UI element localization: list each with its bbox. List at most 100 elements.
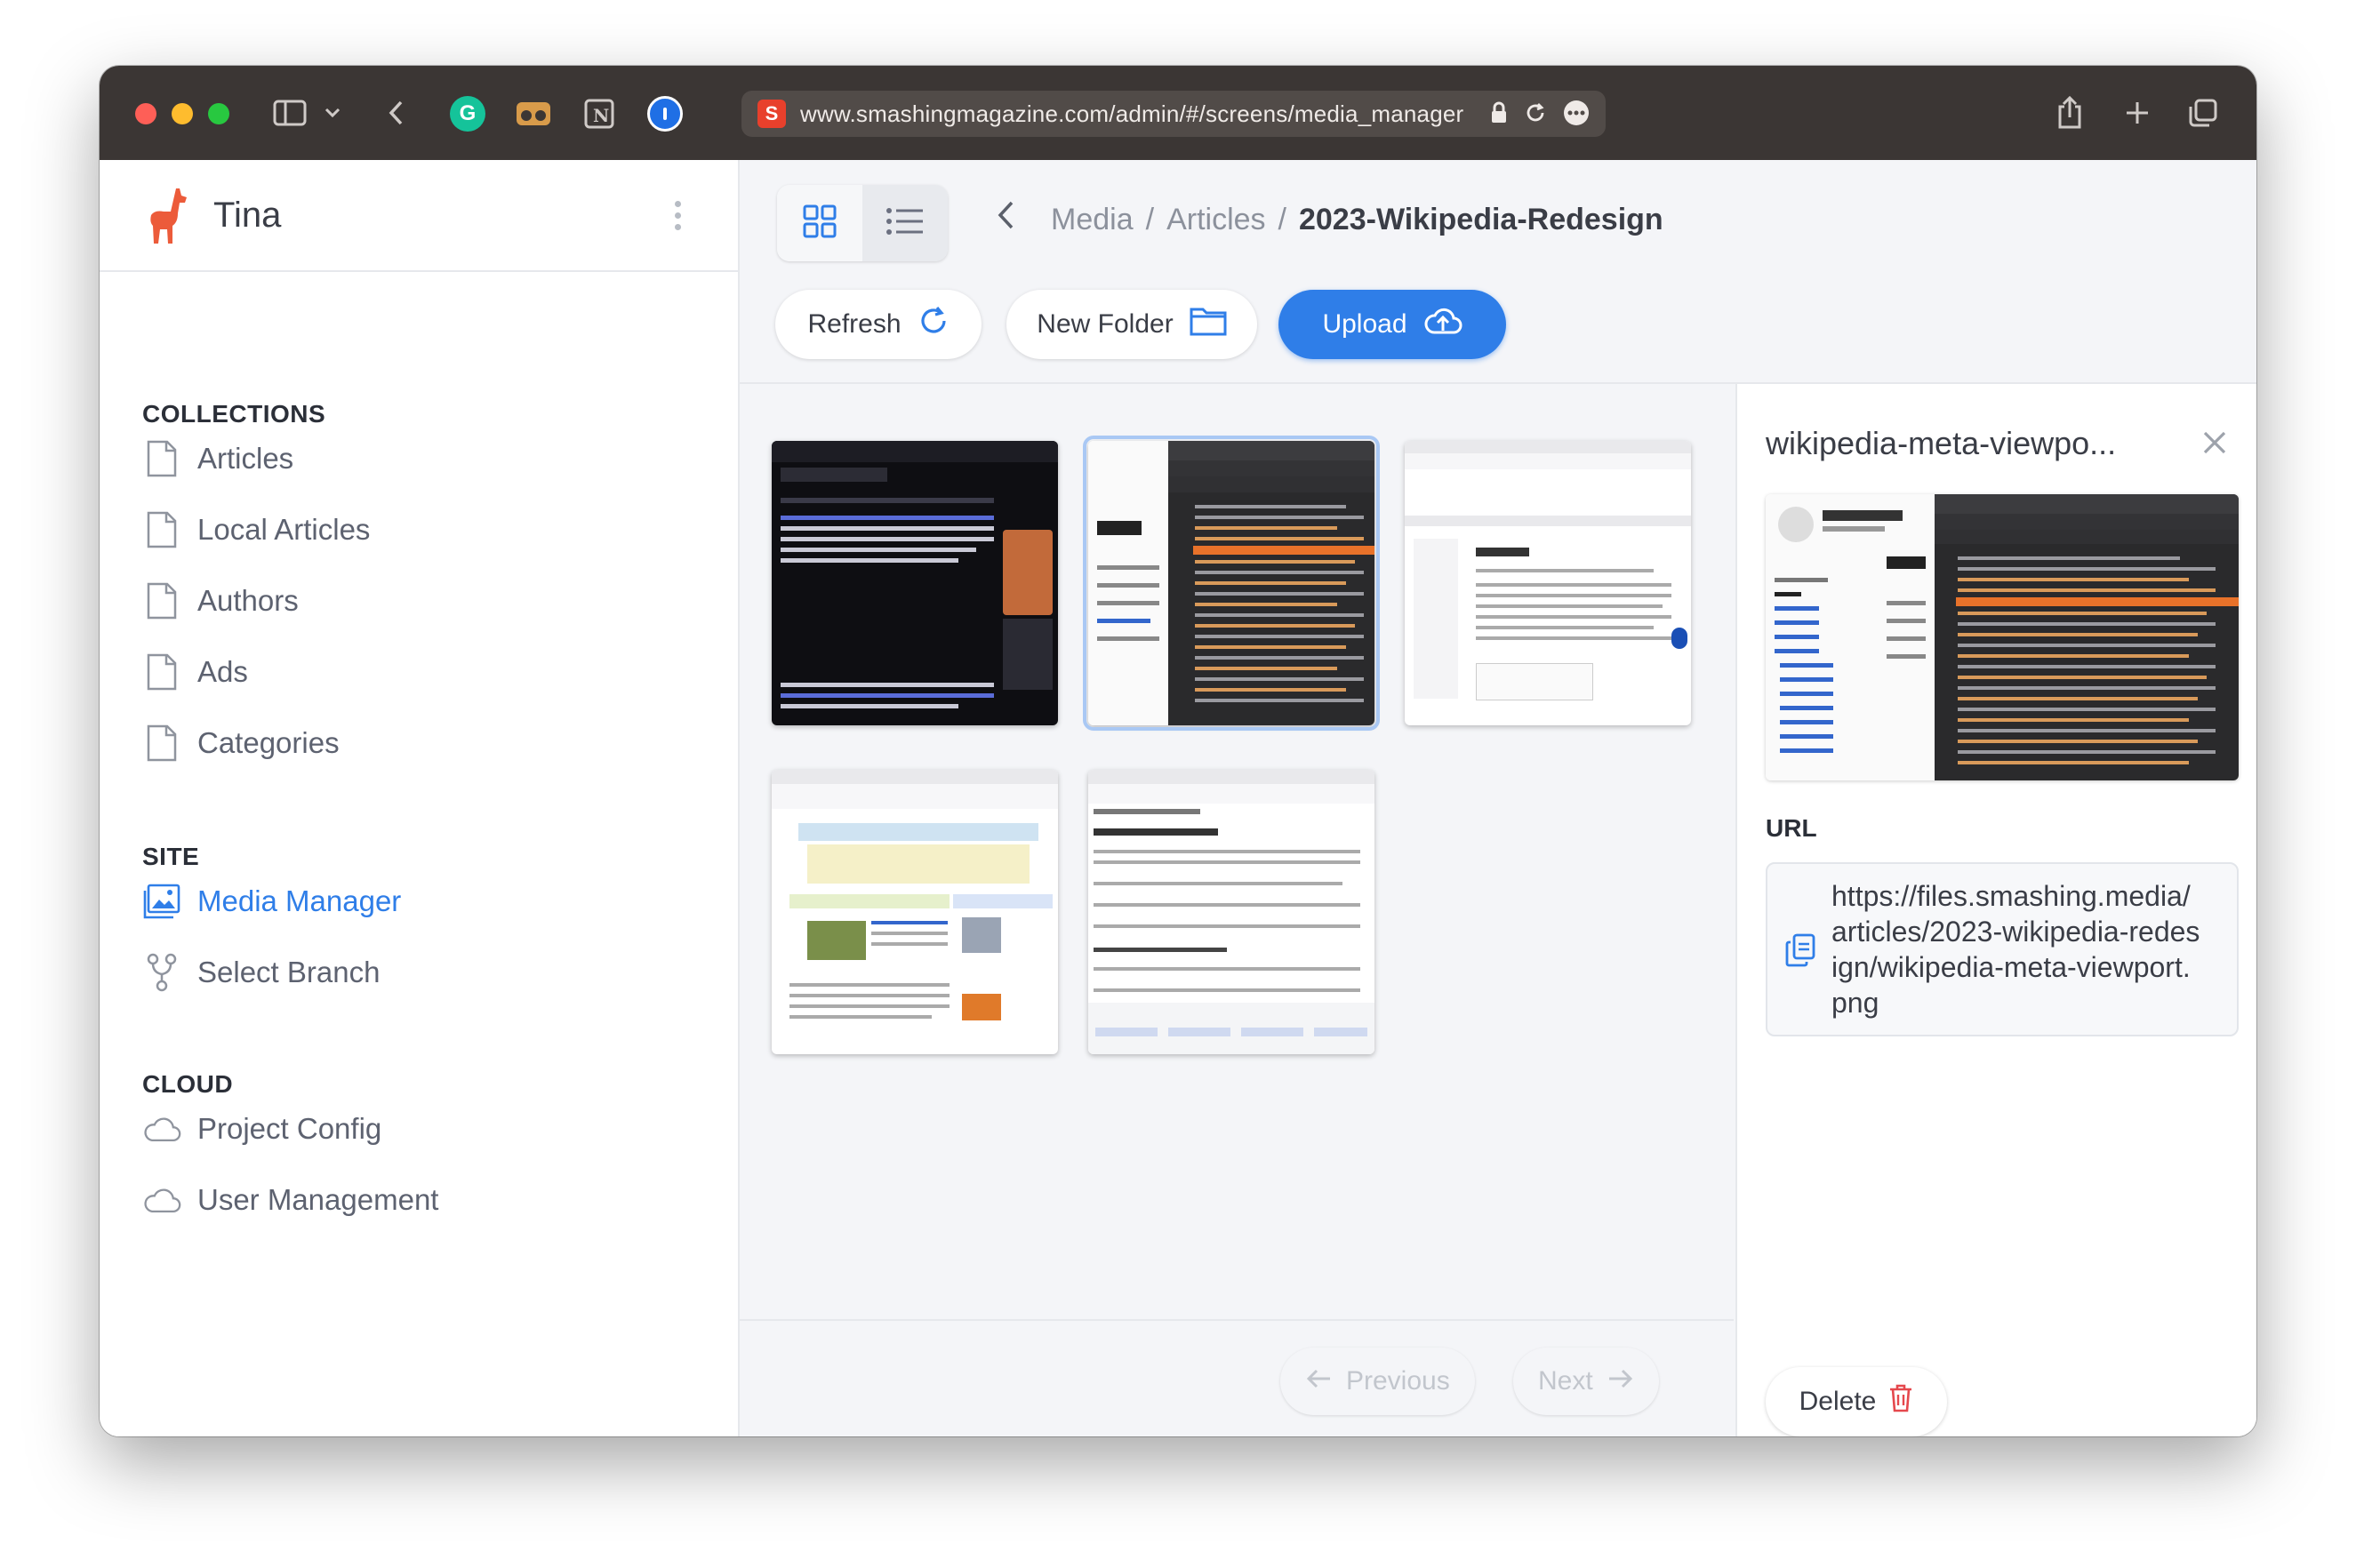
sidebar-item-articles[interactable]: Articles <box>142 432 293 485</box>
refresh-icon <box>918 305 950 344</box>
breadcrumb-current: 2023-Wikipedia-Redesign <box>1298 202 1663 236</box>
sidebar-item-ads[interactable]: Ads <box>142 645 248 699</box>
tab-overview-icon[interactable] <box>2185 92 2221 133</box>
new-folder-label: New Folder <box>1037 309 1174 339</box>
sidebar-item-media-manager[interactable]: Media Manager <box>142 875 401 928</box>
delete-label: Delete <box>1799 1387 1877 1416</box>
next-page-button[interactable]: Next <box>1513 1348 1659 1415</box>
minimize-window-button[interactable] <box>172 103 193 124</box>
sidebar-item-local-articles[interactable]: Local Articles <box>142 503 370 556</box>
list-icon <box>886 207 925 240</box>
sidebar: Tina COLLECTIONS Articles Local Articles… <box>100 160 740 1436</box>
list-view-button[interactable] <box>862 185 948 261</box>
media-detail-panel: wikipedia-meta-viewpo... URL https://fil… <box>1735 384 2256 1436</box>
url-label: URL <box>1766 814 1817 842</box>
delete-button[interactable]: Delete <box>1766 1367 1947 1436</box>
svg-text:N: N <box>593 105 609 126</box>
refresh-button[interactable]: Refresh <box>775 290 982 359</box>
new-folder-button[interactable]: New Folder <box>1006 290 1257 359</box>
arrow-right-icon <box>1607 1366 1634 1396</box>
glasses-extension-icon[interactable] <box>516 96 551 132</box>
section-title-cloud: CLOUD <box>142 1070 234 1098</box>
folder-icon <box>1190 306 1227 343</box>
reload-icon[interactable] <box>1524 101 1547 129</box>
back-arrow-icon[interactable] <box>382 92 409 133</box>
cloud-icon <box>142 1108 181 1150</box>
cloud-icon <box>142 1179 181 1221</box>
view-toggle <box>777 185 948 261</box>
grid-icon <box>803 204 837 243</box>
llama-logo-icon <box>146 187 192 250</box>
cloud-upload-icon <box>1423 306 1462 343</box>
sidebar-item-label: Articles <box>197 442 294 475</box>
media-manager-main: Media / Articles / 2023-Wikipedia-Redesi… <box>740 160 2256 1436</box>
sidebar-item-label: Local Articles <box>197 513 371 546</box>
back-chevron-icon[interactable] <box>996 199 1015 240</box>
refresh-label: Refresh <box>807 309 902 339</box>
browser-toolbar: G N S www.smashingmagazine.com/admin/#/s… <box>100 66 2256 160</box>
upload-label: Upload <box>1322 309 1407 339</box>
copy-icon[interactable] <box>1785 933 1815 972</box>
section-title-collections: COLLECTIONS <box>142 400 326 428</box>
url-value: https://files.smashing.media/articles/20… <box>1831 880 2200 1019</box>
media-thumbnail-selected[interactable] <box>1083 436 1380 731</box>
sidebar-item-user-management[interactable]: User Management <box>142 1173 438 1227</box>
sidebar-toggle-icon[interactable] <box>270 92 309 133</box>
more-options-icon[interactable] <box>1563 100 1590 131</box>
media-toolbar: Media / Articles / 2023-Wikipedia-Redesi… <box>740 160 2256 384</box>
breadcrumb-media[interactable]: Media <box>1051 203 1134 237</box>
breadcrumb: Media / Articles / 2023-Wikipedia-Redesi… <box>996 199 1663 240</box>
notion-extension-icon[interactable]: N <box>581 96 617 132</box>
address-bar[interactable]: S www.smashingmagazine.com/admin/#/scree… <box>741 91 1606 137</box>
previous-page-button[interactable]: Previous <box>1280 1348 1475 1415</box>
upload-button[interactable]: Upload <box>1278 290 1506 359</box>
share-icon[interactable] <box>2052 92 2088 133</box>
media-preview-image <box>1766 494 2239 780</box>
sidebar-item-authors[interactable]: Authors <box>142 574 299 628</box>
zoom-window-button[interactable] <box>208 103 229 124</box>
address-url[interactable]: www.smashingmagazine.com/admin/#/screens… <box>800 100 1463 128</box>
media-thumbnail[interactable] <box>772 441 1058 725</box>
section-title-site: SITE <box>142 843 200 870</box>
document-icon <box>142 508 181 551</box>
sidebar-item-categories[interactable]: Categories <box>142 716 340 770</box>
document-icon <box>142 580 181 622</box>
app-name: Tina <box>213 196 282 235</box>
image-icon <box>142 880 181 923</box>
breadcrumb-separator: / <box>1145 202 1155 236</box>
sidebar-item-project-config[interactable]: Project Config <box>142 1102 381 1156</box>
brand-header: Tina <box>100 160 738 272</box>
arrow-left-icon <box>1305 1366 1332 1396</box>
media-gallery <box>740 384 1734 1317</box>
sidebar-item-label: Project Config <box>197 1112 382 1145</box>
close-window-button[interactable] <box>135 103 156 124</box>
document-icon <box>142 651 181 693</box>
media-thumbnail[interactable] <box>772 770 1058 1054</box>
browser-window: G N S www.smashingmagazine.com/admin/#/s… <box>100 66 2256 1436</box>
media-filename: wikipedia-meta-viewpo... <box>1766 425 2117 461</box>
document-icon <box>142 437 181 480</box>
sidebar-item-label: Media Manager <box>197 884 402 917</box>
sidebar-item-label: Categories <box>197 726 340 759</box>
close-icon[interactable] <box>2201 425 2228 465</box>
media-thumbnail[interactable] <box>1088 770 1374 1054</box>
password-manager-extension-icon[interactable] <box>647 96 683 132</box>
sidebar-item-select-branch[interactable]: Select Branch <box>142 946 380 999</box>
sidebar-item-label: Ads <box>197 655 248 688</box>
previous-label: Previous <box>1346 1366 1450 1396</box>
kebab-menu-icon[interactable] <box>675 201 681 230</box>
chevron-down-icon[interactable] <box>322 92 343 133</box>
sidebar-item-label: Authors <box>197 584 299 617</box>
trash-icon <box>1888 1384 1913 1420</box>
breadcrumb-articles[interactable]: Articles <box>1166 203 1265 237</box>
lock-icon <box>1490 101 1508 129</box>
window-controls <box>135 103 229 124</box>
document-icon <box>142 722 181 764</box>
new-tab-plus-icon[interactable] <box>2120 92 2155 133</box>
next-label: Next <box>1538 1366 1593 1396</box>
pager-divider <box>740 1319 1734 1321</box>
grammarly-extension-icon[interactable]: G <box>450 96 485 132</box>
media-thumbnail[interactable] <box>1405 441 1691 725</box>
url-field[interactable]: https://files.smashing.media/articles/20… <box>1766 862 2239 1036</box>
grid-view-button[interactable] <box>777 185 862 261</box>
